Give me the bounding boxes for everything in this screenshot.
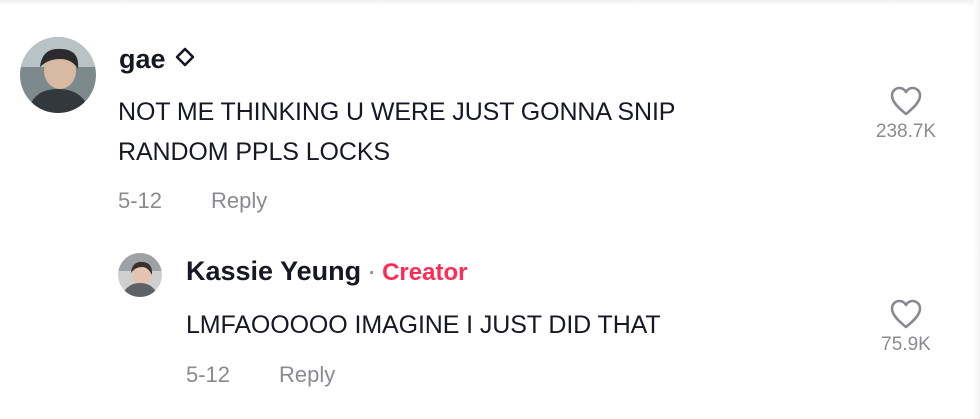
username-text[interactable]: gae xyxy=(119,44,166,74)
heart-outline-icon[interactable] xyxy=(889,85,923,117)
like-count: 75.9K xyxy=(881,334,931,355)
reply-text: LMFAOOOOO IMAGINE I JUST DID THAT xyxy=(186,311,661,339)
comment-date: 5-12 xyxy=(118,188,163,213)
reply-date: 5-12 xyxy=(186,362,231,387)
creator-badge: Creator xyxy=(382,259,468,286)
scrollbar-track[interactable] xyxy=(974,0,980,419)
comments-panel: gae NOT ME THINKING U WERE JUST GONNA SN… xyxy=(0,0,980,419)
comment-username[interactable]: gae xyxy=(119,44,195,75)
heart-outline-icon[interactable] xyxy=(889,298,923,330)
like-group: 238.7K xyxy=(861,85,951,143)
like-count: 238.7K xyxy=(875,121,937,142)
avatar[interactable] xyxy=(20,37,96,113)
comment-line: NOT ME THINKING U WERE JUST GONNA SNIP xyxy=(118,98,676,126)
reply-button[interactable]: Reply xyxy=(279,362,335,388)
like-group: 75.9K xyxy=(861,298,951,356)
avatar[interactable] xyxy=(118,253,162,297)
reply-username-row: Kassie Yeung · Creator xyxy=(186,256,467,287)
reply-button[interactable]: Reply xyxy=(211,188,267,214)
badge-separator: · xyxy=(367,256,377,286)
diamond-outline-icon xyxy=(175,47,195,67)
reply-username[interactable]: Kassie Yeung xyxy=(186,256,361,286)
comment-line: RANDOM PPLS LOCKS xyxy=(118,138,390,166)
top-divider xyxy=(0,0,980,6)
comment-text: NOT ME THINKING U WERE JUST GONNA SNIP R… xyxy=(118,92,838,172)
